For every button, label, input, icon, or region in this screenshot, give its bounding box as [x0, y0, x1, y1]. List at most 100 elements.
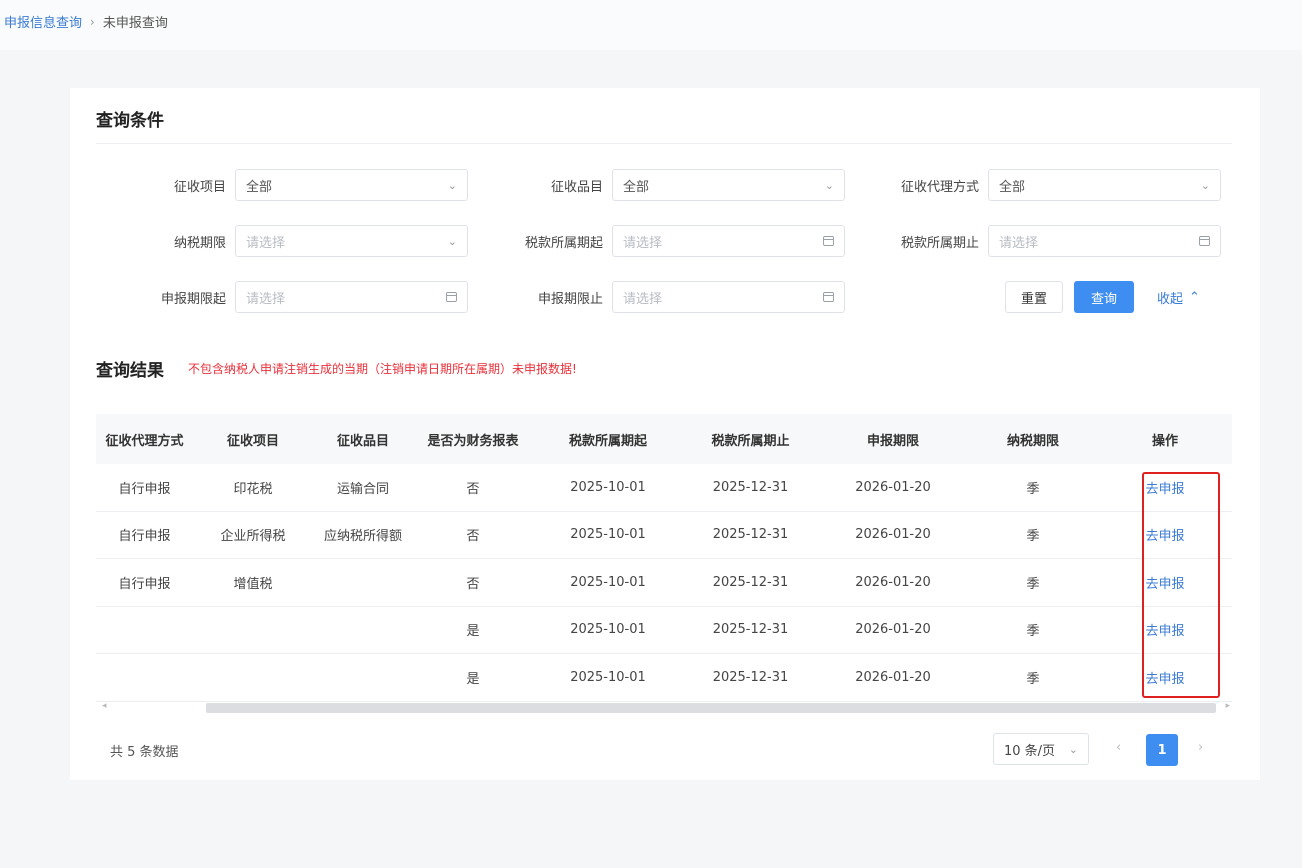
table-cell: 自行申报 — [118, 481, 171, 497]
tax-category-select[interactable]: 全部 ⌄ — [612, 169, 845, 201]
table-cell: 季 — [1026, 624, 1040, 640]
table-cell: 是 — [466, 671, 480, 687]
table-row: 自行申报 印花税 运输合同 否 2025-10-01 2025-12-31 20… — [96, 464, 1232, 512]
table-cell: 季 — [1026, 481, 1040, 497]
table-cell: 季 — [1026, 529, 1040, 545]
table-row: 自行申报 企业所得税 应纳税所得额 否 2025-10-01 2025-12-3… — [96, 512, 1232, 559]
field-label-tax-period: 纳税期限 — [173, 236, 226, 251]
table-cell: 2026-01-20 — [855, 669, 931, 685]
table-cell: 2025-10-01 — [570, 622, 646, 638]
agency-method-select[interactable]: 全部 ⌄ — [988, 169, 1221, 201]
page-number-current[interactable]: 1 — [1146, 734, 1178, 766]
divider — [96, 143, 1232, 144]
deadline-start-date-picker[interactable]: 请选择 — [235, 281, 468, 313]
period-start-date-picker[interactable]: 请选择 — [612, 225, 845, 257]
deadline-end-date-picker[interactable]: 请选择 — [612, 281, 845, 313]
tax-category-value: 全部 — [623, 179, 650, 195]
column-header: 申报期限 — [866, 433, 919, 449]
table-cell: 否 — [466, 529, 480, 545]
table-cell: 应纳税所得额 — [323, 529, 402, 545]
page-size-value: 10 条/页 — [1004, 743, 1056, 759]
field-label-deadline-start: 申报期限起 — [160, 292, 226, 307]
table-cell: 2025-12-31 — [712, 527, 789, 543]
column-header: 征收项目 — [226, 433, 279, 449]
table-cell: 2026-01-20 — [855, 479, 931, 495]
table-cell: 2025-12-31 — [712, 622, 789, 638]
calendar-icon — [823, 292, 834, 302]
period-end-date-picker[interactable]: 请选择 — [988, 225, 1221, 257]
table-cell: 2026-01-20 — [855, 574, 931, 590]
go-declare-link[interactable]: 去申报 — [1145, 529, 1184, 544]
horizontal-scrollbar[interactable]: ◂ ▸ — [96, 701, 1232, 715]
tax-item-select[interactable]: 全部 ⌄ — [235, 169, 468, 201]
period-start-placeholder: 请选择 — [623, 235, 663, 251]
table-cell: 2026-01-20 — [855, 527, 931, 543]
collapse-toggle[interactable]: 收起 ⌃ — [1157, 288, 1200, 307]
table-cell: 运输合同 — [336, 481, 389, 497]
field-label-period-start: 税款所属期起 — [524, 236, 603, 251]
breadcrumb-link-declaration-query[interactable]: 申报信息查询 — [4, 12, 82, 31]
go-declare-link[interactable]: 去申报 — [1145, 672, 1184, 687]
table-row: 自行申报 增值税 否 2025-10-01 2025-12-31 2026-01… — [96, 559, 1232, 607]
table-cell: 去申报 — [1098, 620, 1232, 639]
go-declare-link[interactable]: 去申报 — [1145, 577, 1184, 592]
scrollbar-thumb[interactable] — [206, 703, 1216, 713]
table-cell: 2025-10-01 — [570, 479, 646, 495]
deadline-end-placeholder: 请选择 — [623, 291, 663, 307]
reset-button[interactable]: 重置 — [1005, 281, 1063, 313]
table-row: 是 2025-10-01 2025-12-31 2026-01-20 季 去申报 — [96, 654, 1232, 702]
table-cell: 企业所得税 — [220, 529, 286, 545]
agency-method-value: 全部 — [999, 179, 1026, 195]
column-header: 是否为财务报表 — [427, 433, 519, 449]
table-cell: 2026-01-20 — [855, 622, 931, 638]
top-bar: 申报信息查询 › 未申报查询 — [0, 0, 1302, 50]
column-header: 税款所属期起 — [568, 433, 647, 449]
query-button[interactable]: 查询 — [1074, 281, 1134, 313]
collapse-label: 收起 — [1157, 292, 1184, 307]
column-header: 征收品目 — [336, 433, 389, 449]
field-label-deadline-end: 申报期限止 — [537, 292, 603, 307]
field-label-period-end: 税款所属期止 — [900, 236, 979, 251]
calendar-icon — [1199, 236, 1210, 246]
table-cell: 2025-12-31 — [712, 669, 789, 685]
field-label-tax-category: 征收品目 — [550, 180, 603, 195]
page-size-select[interactable]: 10 条/页 ⌄ — [993, 733, 1089, 765]
table-cell: 去申报 — [1098, 668, 1232, 687]
table-cell: 季 — [1026, 671, 1040, 687]
table-cell: 去申报 — [1098, 525, 1232, 544]
field-label-tax-item: 征收项目 — [173, 180, 226, 195]
table-cell: 是 — [466, 624, 480, 640]
chevron-up-icon: ⌃ — [1189, 290, 1200, 305]
table-cell: 增值税 — [233, 576, 273, 592]
next-page-icon[interactable]: › — [1198, 740, 1203, 755]
scroll-left-icon[interactable]: ◂ — [102, 701, 107, 711]
column-header: 操作 — [1151, 433, 1178, 449]
table-cell: 印花税 — [233, 481, 273, 497]
total-count: 共 5 条数据 — [110, 745, 179, 760]
table-cell: 季 — [1026, 576, 1040, 592]
table-cell: 否 — [466, 576, 480, 592]
column-header: 纳税期限 — [1006, 433, 1059, 449]
column-header: 征收代理方式 — [105, 433, 184, 449]
scroll-right-icon[interactable]: ▸ — [1225, 701, 1230, 711]
query-results-title: 查询结果 — [96, 361, 164, 381]
go-declare-link[interactable]: 去申报 — [1145, 624, 1184, 639]
query-card: 查询条件 征收项目 全部 ⌄ 征收品目 全部 ⌄ 征收代理方式 全部 ⌄ 纳税期… — [70, 88, 1260, 780]
tax-period-select[interactable]: 请选择 ⌄ — [235, 225, 468, 257]
prev-page-icon[interactable]: ‹ — [1116, 740, 1121, 755]
tax-period-placeholder: 请选择 — [246, 235, 286, 251]
breadcrumb-current: 未申报查询 — [102, 16, 168, 31]
table-cell: 自行申报 — [118, 529, 171, 545]
results-table: 征收代理方式 征收项目 征收品目 是否为财务报表 税款所属期起 税款所属期止 申… — [96, 414, 1232, 702]
results-warning: 不包含纳税人申请注销生成的当期（注销申请日期所在属期）未申报数据! — [188, 362, 577, 376]
table-row: 是 2025-10-01 2025-12-31 2026-01-20 季 去申报 — [96, 607, 1232, 654]
chevron-down-icon: ⌄ — [1200, 178, 1210, 192]
table-cell: 2025-12-31 — [712, 479, 789, 495]
column-header: 税款所属期止 — [711, 433, 790, 449]
table-cell: 自行申报 — [118, 576, 171, 592]
table-cell: 去申报 — [1098, 478, 1232, 497]
table-cell: 2025-10-01 — [570, 669, 646, 685]
field-label-agency-method: 征收代理方式 — [900, 180, 979, 195]
table-cell: 2025-10-01 — [570, 574, 646, 590]
go-declare-link[interactable]: 去申报 — [1145, 482, 1184, 497]
